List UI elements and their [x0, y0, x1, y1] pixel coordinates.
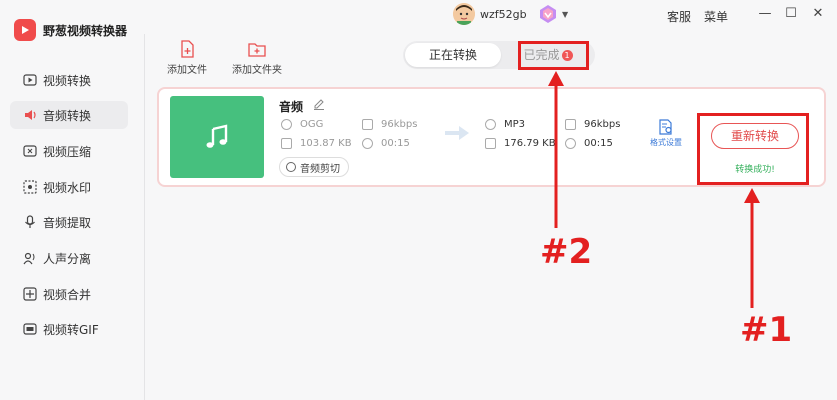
audio-convert-icon — [22, 108, 37, 123]
size-icon — [485, 138, 496, 149]
sidebar-item-label: 视频转GIF — [43, 322, 99, 337]
chevron-down-icon[interactable]: ▼ — [562, 10, 568, 19]
target-bitrate-value: 96kbps — [584, 119, 621, 130]
format-settings-label: 格式设置 — [650, 138, 682, 147]
add-file-button[interactable]: 添加文件 — [157, 40, 217, 76]
format-icon — [485, 119, 496, 130]
close-button[interactable]: ✕ — [810, 6, 826, 22]
callout-label-2: #2 — [540, 232, 593, 272]
settings-doc-icon — [659, 119, 672, 135]
sidebar-item-video-compress[interactable]: 视频压缩 — [10, 137, 128, 165]
size-icon — [281, 138, 292, 149]
target-format: MP3 — [485, 119, 525, 130]
music-note-icon — [206, 124, 228, 148]
video-merge-icon — [22, 287, 37, 302]
target-format-value: MP3 — [504, 119, 526, 130]
sidebar: 视频转换 音频转换 视频压缩 视频水印 音频提取 人声分离 视频合并 视频转GI… — [0, 34, 144, 400]
menu-link[interactable]: 菜单 — [704, 8, 728, 25]
add-file-icon — [181, 40, 194, 58]
sidebar-item-label: 视频水印 — [43, 180, 92, 195]
gif-icon — [22, 322, 37, 337]
source-size-value: 103.87 KB — [300, 138, 352, 149]
source-format: OGG — [281, 119, 323, 130]
maximize-button[interactable]: ☐ — [783, 6, 799, 22]
format-icon — [281, 119, 292, 130]
target-bitrate: 96kbps — [565, 119, 620, 130]
vip-icon[interactable] — [538, 4, 558, 24]
sidebar-item-label: 音频提取 — [43, 215, 92, 230]
audio-thumbnail — [170, 96, 264, 178]
sidebar-item-label: 音频转换 — [43, 108, 92, 123]
format-settings-button[interactable]: 格式设置 — [649, 119, 683, 148]
target-size-value: 176.79 KB — [504, 138, 556, 149]
sidebar-item-label: 视频合并 — [43, 287, 92, 302]
clock-icon — [565, 138, 576, 149]
user-avatar[interactable] — [453, 3, 475, 25]
scissors-icon — [286, 162, 296, 172]
add-folder-label: 添加文件夹 — [232, 65, 282, 76]
sidebar-item-video-merge[interactable]: 视频合并 — [10, 280, 128, 308]
audio-cut-label: 音频剪切 — [300, 163, 340, 175]
audio-extract-icon — [22, 215, 37, 230]
highlight-box-reconvert — [697, 113, 809, 185]
video-compress-icon — [22, 144, 37, 159]
tab-converting[interactable]: 正在转换 — [405, 43, 501, 67]
arrow-right-icon — [445, 126, 469, 140]
support-link[interactable]: 客服 — [667, 8, 691, 25]
source-bitrate: 96kbps — [362, 119, 417, 130]
source-size: 103.87 KB — [281, 138, 352, 149]
app-window: 野葱视频转换器 wzf52gb ▼ 客服 菜单 — ☐ ✕ 视频转换 音频转换 — [0, 0, 837, 400]
video-watermark-icon — [22, 180, 37, 195]
username[interactable]: wzf52gb — [480, 8, 527, 21]
sidebar-item-label: 视频转换 — [43, 73, 92, 88]
sidebar-divider — [144, 34, 145, 400]
bitrate-icon — [565, 119, 576, 130]
source-duration-value: 00:15 — [381, 138, 410, 149]
source-bitrate-value: 96kbps — [381, 119, 418, 130]
sidebar-item-audio-convert[interactable]: 音频转换 — [10, 101, 128, 129]
add-folder-button[interactable]: 添加文件夹 — [227, 40, 287, 76]
audio-cut-button[interactable]: 音频剪切 — [279, 157, 349, 177]
video-convert-icon — [22, 73, 37, 88]
sidebar-item-video-to-gif[interactable]: 视频转GIF — [10, 315, 128, 343]
highlight-box-completed-tab — [518, 41, 589, 70]
clock-icon — [362, 138, 373, 149]
sidebar-item-label: 人声分离 — [43, 251, 92, 266]
bitrate-icon — [362, 119, 373, 130]
sidebar-item-audio-extract[interactable]: 音频提取 — [10, 208, 128, 236]
target-duration-value: 00:15 — [584, 138, 613, 149]
sidebar-item-voice-separate[interactable]: 人声分离 — [10, 244, 128, 272]
voice-separate-icon — [22, 251, 37, 266]
target-size: 176.79 KB — [485, 138, 556, 149]
edit-icon[interactable] — [313, 98, 325, 110]
add-file-label: 添加文件 — [167, 65, 207, 76]
sidebar-item-video-convert[interactable]: 视频转换 — [10, 66, 128, 94]
source-format-value: OGG — [300, 119, 324, 130]
target-duration: 00:15 — [565, 138, 613, 149]
sidebar-item-video-watermark[interactable]: 视频水印 — [10, 173, 128, 201]
source-duration: 00:15 — [362, 138, 410, 149]
add-folder-icon — [248, 43, 266, 57]
sidebar-item-label: 视频压缩 — [43, 144, 92, 159]
callout-label-1: #1 — [740, 310, 793, 350]
file-name: 音频 — [279, 100, 304, 114]
minimize-button[interactable]: — — [757, 6, 773, 22]
